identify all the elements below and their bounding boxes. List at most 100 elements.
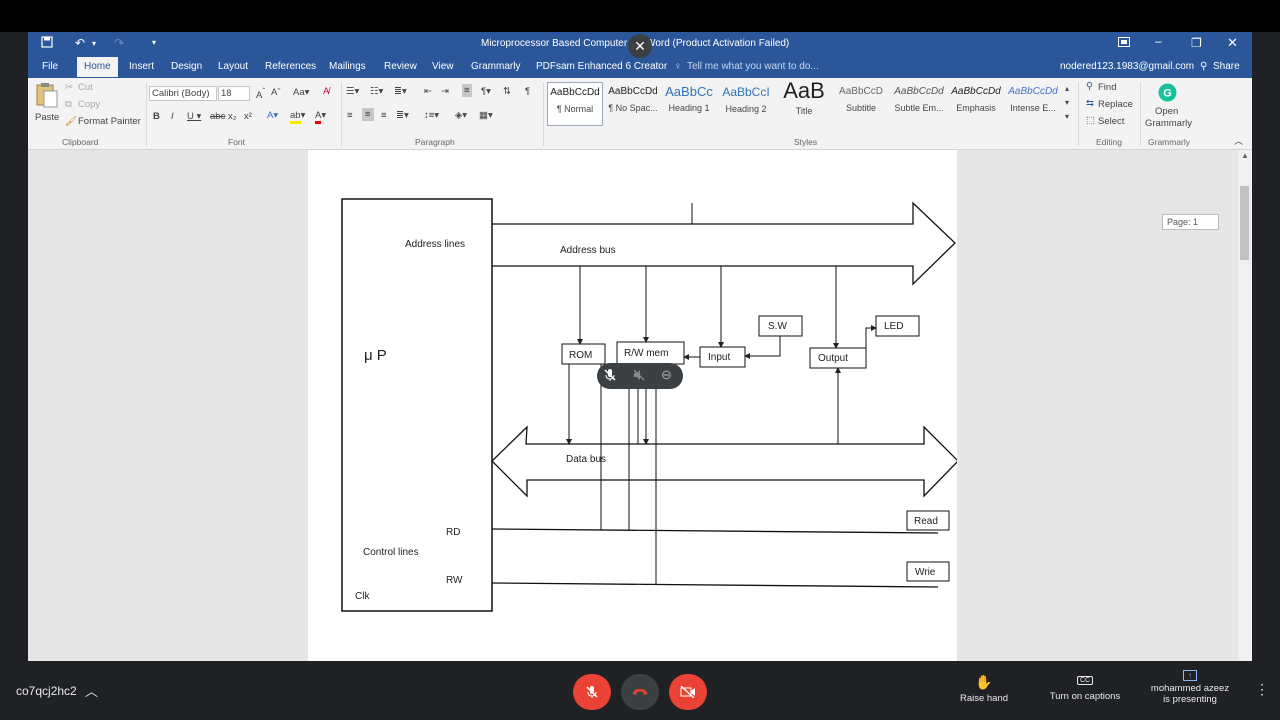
text-effects-icon[interactable]: A▾ <box>267 110 278 121</box>
style-intense-emphasis[interactable]: AaBbCcDd Intense E... <box>1005 82 1061 126</box>
font-name-dropdown[interactable]: Calibri (Body) <box>149 86 217 101</box>
paste-button[interactable]: Paste <box>35 112 59 123</box>
close-window-icon[interactable]: ✕ <box>1227 35 1238 51</box>
replace-icon[interactable]: ⇆ <box>1086 98 1094 109</box>
styles-more-icon[interactable]: ▾ <box>1065 112 1069 121</box>
select-icon[interactable]: ⬚ <box>1086 115 1095 126</box>
captions-button[interactable]: CC Turn on captions <box>1043 674 1127 702</box>
multilevel-list-icon[interactable]: ≣▾ <box>394 86 407 97</box>
restore-icon[interactable]: ❐ <box>1191 36 1202 50</box>
minimize-controls-icon[interactable]: ⊖ <box>661 367 672 383</box>
open-grammarly-name[interactable]: Grammarly <box>1145 118 1192 129</box>
format-painter-icon[interactable]: 🖌 <box>65 116 77 127</box>
style-title[interactable]: AaB Title <box>776 78 832 126</box>
show-formatting-icon[interactable]: ¶ <box>525 86 530 97</box>
paste-icon[interactable] <box>36 82 58 111</box>
italic-icon[interactable]: I <box>171 111 174 122</box>
leave-call-button[interactable] <box>621 674 659 710</box>
line-spacing-icon[interactable]: ↕≡▾ <box>424 110 439 121</box>
audio-muted-icon[interactable] <box>632 368 646 387</box>
clear-formatting-icon[interactable]: A̸ <box>323 86 329 97</box>
vertical-scrollbar[interactable]: ▲ <box>1238 150 1252 661</box>
save-icon[interactable] <box>41 36 53 51</box>
tab-view[interactable]: View <box>432 61 454 72</box>
align-right-icon[interactable]: ≡ <box>381 110 387 121</box>
tab-pdfsam[interactable]: PDFsam Enhanced 6 Creator <box>536 61 667 72</box>
style-emphasis[interactable]: AaBbCcDd Emphasis <box>948 82 1004 126</box>
bullets-icon[interactable]: ☰▾ <box>346 86 359 97</box>
collapse-ribbon-icon[interactable]: ︿ <box>1234 134 1243 147</box>
copy-icon[interactable]: ⧉ <box>65 99 72 110</box>
sort-icon[interactable]: ⇅ <box>503 86 511 97</box>
replace-button[interactable]: Replace <box>1098 99 1133 110</box>
highlight-icon[interactable]: ab▾ <box>290 110 305 124</box>
tab-references[interactable]: References <box>265 61 316 72</box>
minimize-icon[interactable]: – <box>1155 34 1162 48</box>
find-icon[interactable]: ⚲ <box>1086 81 1093 92</box>
document-page[interactable]: Address lines Address bus μ P ROM R/W me… <box>308 150 959 661</box>
more-options-icon[interactable]: ⋮ <box>1255 681 1269 698</box>
ribbon-display-options-icon[interactable] <box>1118 36 1130 50</box>
tab-file[interactable]: File <box>42 61 58 72</box>
cut-button[interactable]: Cut <box>78 82 93 93</box>
scroll-up-icon[interactable]: ▲ <box>1241 151 1249 160</box>
superscript-icon[interactable]: x² <box>244 111 252 122</box>
tab-review[interactable]: Review <box>384 61 417 72</box>
tab-home[interactable]: Home <box>77 57 118 77</box>
style-normal[interactable]: AaBbCcDd ¶ Normal <box>547 82 603 126</box>
align-center-icon[interactable]: ≡ <box>362 108 374 121</box>
underline-icon[interactable]: U ▾ <box>187 111 201 122</box>
account-email[interactable]: nodered123.1983@gmail.com <box>1060 61 1194 72</box>
tab-insert[interactable]: Insert <box>129 61 154 72</box>
share-icon[interactable]: ⚲ <box>1200 61 1207 72</box>
align-left-icon[interactable]: ≡ <box>347 110 353 121</box>
bold-icon[interactable]: B <box>153 111 160 122</box>
style-subtle-emphasis[interactable]: AaBbCcDd Subtle Em... <box>891 82 947 126</box>
style-heading-1[interactable]: AaBbCc Heading 1 <box>661 82 717 126</box>
camera-button[interactable] <box>669 674 707 710</box>
microphone-button[interactable] <box>573 674 611 710</box>
chevron-up-icon[interactable]: ︿ <box>85 681 98 700</box>
grammarly-icon[interactable]: G <box>1158 83 1177 105</box>
justify-icon[interactable]: ≣▾ <box>396 110 409 121</box>
style-heading-2[interactable]: AaBbCcI Heading 2 <box>718 82 774 126</box>
tab-mailings[interactable]: Mailings <box>329 61 366 72</box>
asian-layout-icon[interactable]: ≡ <box>462 84 472 97</box>
tell-me-search[interactable]: Tell me what you want to do... <box>687 61 819 72</box>
tab-grammarly[interactable]: Grammarly <box>471 61 520 72</box>
cut-icon[interactable]: ✂ <box>65 82 73 93</box>
decrease-indent-icon[interactable]: ⇤ <box>424 86 432 97</box>
subscript-icon[interactable]: x₂ <box>228 111 236 122</box>
style-subtitle[interactable]: AaBbCcD Subtitle <box>833 82 889 126</box>
styles-scroll-up-icon[interactable]: ▴ <box>1065 84 1069 93</box>
stop-presenting-close-icon[interactable]: ✕ <box>628 34 652 58</box>
change-case-icon[interactable]: Aa▾ <box>293 87 309 98</box>
shrink-font-icon[interactable]: Aˇ <box>271 87 281 98</box>
style-no-spacing[interactable]: AaBbCcDd ¶ No Spac... <box>605 82 661 126</box>
raise-hand-button[interactable]: ✋ Raise hand <box>950 674 1018 704</box>
font-color-icon[interactable]: A▾ <box>315 110 326 124</box>
format-painter-button[interactable]: Format Painter <box>78 116 141 127</box>
styles-scroll-down-icon[interactable]: ▾ <box>1065 98 1069 107</box>
shading-icon[interactable]: ◈▾ <box>455 110 467 121</box>
select-button[interactable]: Select <box>1098 116 1124 127</box>
find-button[interactable]: Find <box>1098 82 1116 93</box>
copy-button[interactable]: Copy <box>78 99 100 110</box>
quick-access-customize-icon[interactable]: ▾ <box>152 38 156 47</box>
tab-layout[interactable]: Layout <box>218 61 248 72</box>
strikethrough-icon[interactable]: abc <box>210 111 225 122</box>
redo-icon[interactable]: ↷ <box>114 36 124 50</box>
numbering-icon[interactable]: ☷▾ <box>370 86 383 97</box>
grow-font-icon[interactable]: Aˆ <box>256 87 265 101</box>
font-size-dropdown[interactable]: 18 <box>218 86 250 101</box>
mic-muted-icon[interactable] <box>603 368 617 385</box>
undo-dropdown-icon[interactable]: ▾ <box>92 39 96 48</box>
text-direction-icon[interactable]: ¶▾ <box>481 86 491 97</box>
open-grammarly-label[interactable]: Open <box>1155 106 1178 117</box>
increase-indent-icon[interactable]: ⇥ <box>441 86 449 97</box>
undo-icon[interactable]: ↶ <box>75 36 85 50</box>
presenting-indicator[interactable]: ↑ mohammed azeez is presenting <box>1146 670 1234 705</box>
share-button[interactable]: Share <box>1213 61 1240 72</box>
tab-design[interactable]: Design <box>171 61 202 72</box>
borders-icon[interactable]: ▦▾ <box>479 110 493 121</box>
